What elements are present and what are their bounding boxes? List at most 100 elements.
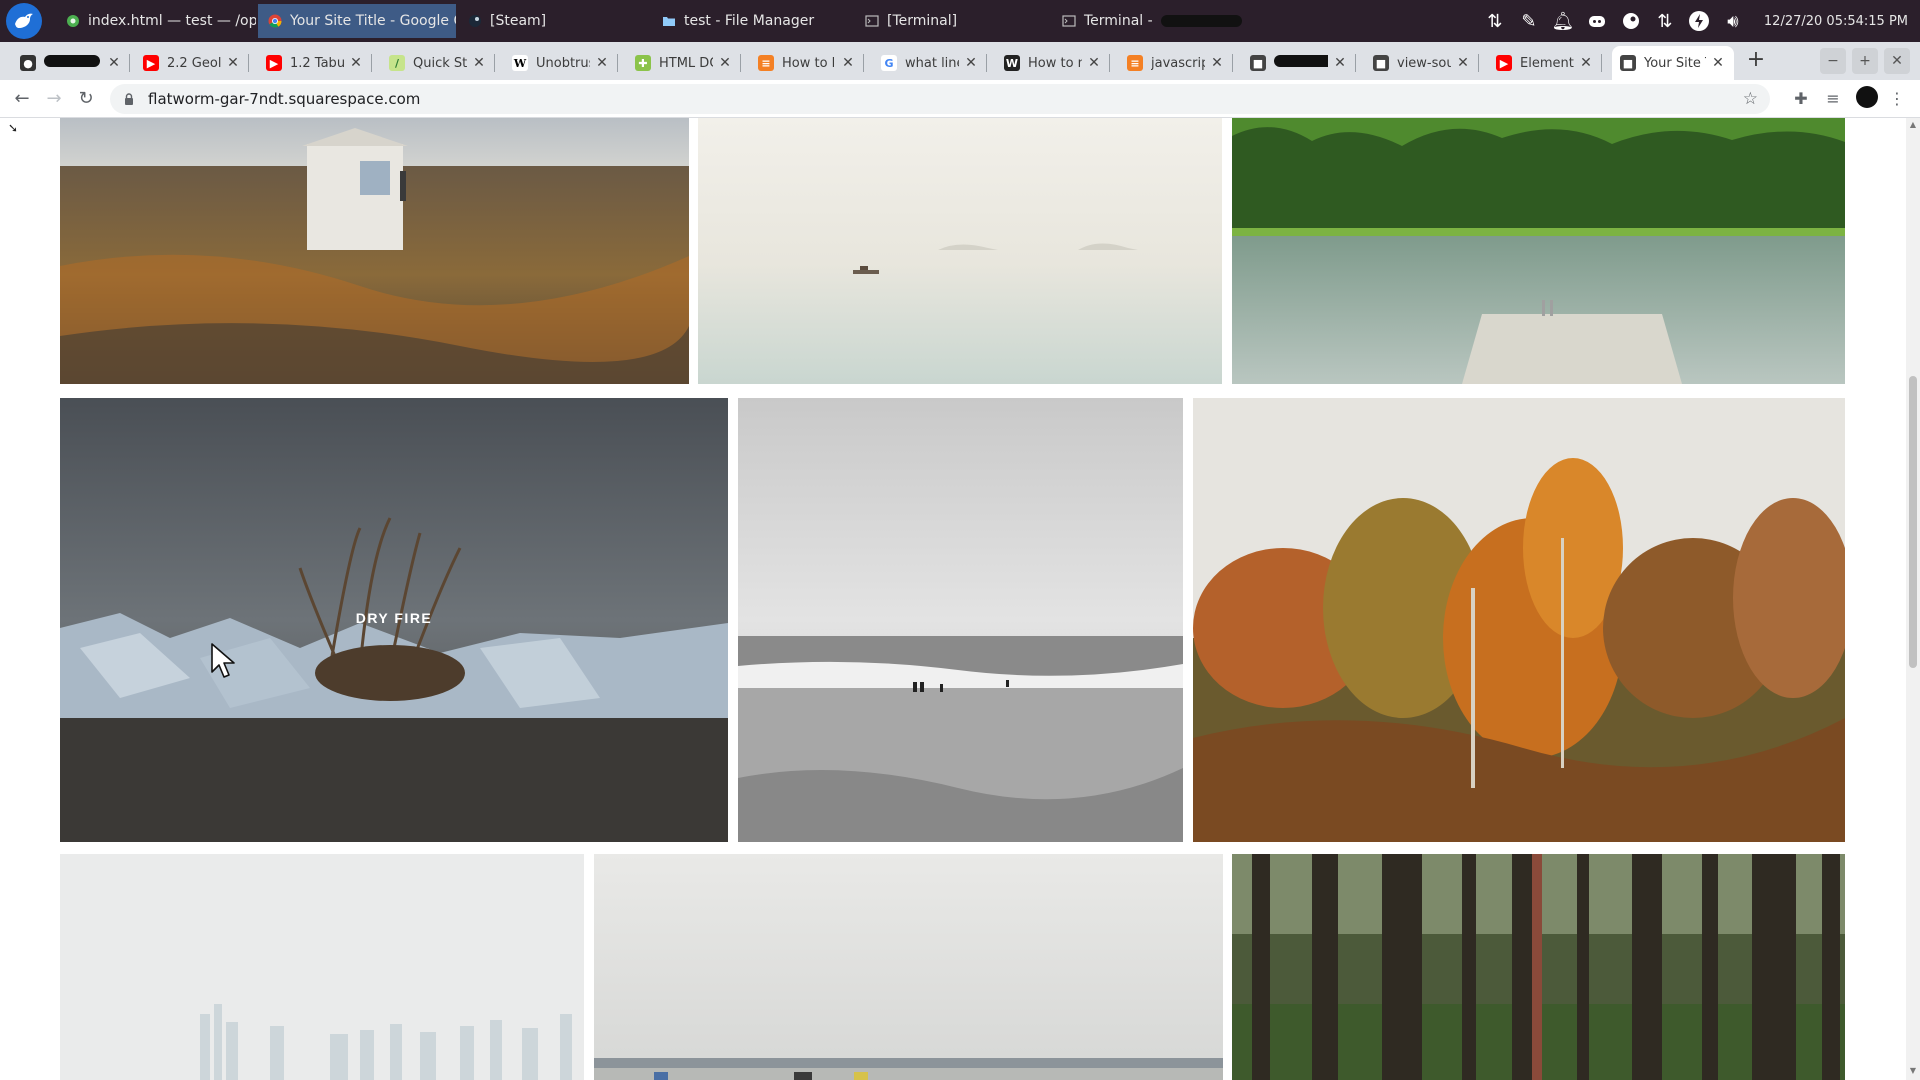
task-atom[interactable]: index.html — test — /opt/la... bbox=[56, 4, 256, 38]
tab-google-search[interactable]: G what line r ✕ bbox=[873, 46, 987, 80]
close-icon[interactable]: ✕ bbox=[1332, 55, 1348, 71]
terminal-icon bbox=[1062, 15, 1076, 27]
gallery-image-autumn-trees[interactable] bbox=[1193, 398, 1845, 842]
back-arrow-icon[interactable]: ← bbox=[10, 87, 34, 111]
mouse-cursor-icon bbox=[211, 643, 235, 678]
atom-icon bbox=[67, 15, 79, 27]
scroll-down-arrow-icon[interactable]: ▼ bbox=[1908, 1066, 1918, 1076]
task-chrome[interactable]: Your Site Title - Google Chro... bbox=[258, 4, 456, 38]
volume-icon[interactable]: 🔊︎ bbox=[1722, 10, 1744, 32]
tab-elementor[interactable]: ▶ Elemento ✕ bbox=[1488, 46, 1602, 80]
tab-youtube-geoloc[interactable]: ▶ 2.2 Geoloc ✕ bbox=[135, 46, 249, 80]
tab-how-to-load[interactable]: ≡ How to loa ✕ bbox=[750, 46, 864, 80]
scroll-up-arrow-icon[interactable]: ▲ bbox=[1908, 120, 1918, 130]
corner-arrow-icon: ➘ bbox=[8, 121, 19, 135]
bell-icon[interactable]: 🔔︎ bbox=[1551, 10, 1574, 32]
task-steam[interactable]: [Steam] bbox=[458, 4, 658, 38]
task-label: [Steam] bbox=[490, 13, 547, 29]
menu-kebab-icon[interactable]: ⋮ bbox=[1886, 88, 1908, 110]
maximize-button[interactable]: + bbox=[1852, 48, 1878, 74]
close-icon[interactable]: ✕ bbox=[348, 55, 364, 71]
close-icon[interactable]: ✕ bbox=[1086, 55, 1102, 71]
close-icon[interactable]: ✕ bbox=[717, 55, 733, 71]
steam-tray-icon[interactable] bbox=[1620, 10, 1642, 32]
close-icon[interactable]: ✕ bbox=[963, 55, 979, 71]
youtube-icon: ▶ bbox=[1496, 55, 1512, 71]
gallery-caption[interactable]: DRY FIRE bbox=[60, 610, 728, 626]
leaf-icon: / bbox=[389, 55, 405, 71]
tab-your-site-title[interactable]: ■ Your Site T ✕ bbox=[1612, 46, 1734, 80]
close-icon[interactable]: ✕ bbox=[1710, 55, 1726, 71]
close-icon[interactable]: ✕ bbox=[106, 55, 122, 71]
gallery-image-dense-forest[interactable] bbox=[1232, 854, 1845, 1080]
task-terminal[interactable]: [Terminal] bbox=[855, 4, 1055, 38]
network-arrows-icon[interactable]: ⇅ bbox=[1484, 10, 1506, 32]
task-label: test - File Manager bbox=[684, 13, 815, 29]
task-terminal-2[interactable]: Terminal - bbox=[1052, 4, 1252, 38]
task-file-manager[interactable]: test - File Manager bbox=[652, 4, 852, 38]
page-viewport: DRY FIRE bbox=[0, 118, 1920, 1080]
window-close-button[interactable]: ✕ bbox=[1884, 48, 1910, 74]
task-label: Your Site Title - Google Chro... bbox=[290, 13, 456, 29]
cube-icon: ■ bbox=[1373, 55, 1389, 71]
close-icon[interactable]: ✕ bbox=[225, 55, 241, 71]
browser-toolbar: ← → ↻ flatworm-gar-7ndt.squarespace.com … bbox=[0, 80, 1920, 118]
cube-icon: ■ bbox=[1250, 55, 1266, 71]
page-scrollbar[interactable]: ▲ ▼ bbox=[1906, 118, 1920, 1080]
gallery-image-foggy-city[interactable] bbox=[60, 854, 584, 1080]
youtube-icon: ▶ bbox=[143, 55, 159, 71]
scrollbar-thumb[interactable] bbox=[1909, 376, 1917, 668]
transfer-icon[interactable]: ⇅ bbox=[1654, 10, 1676, 32]
close-icon[interactable]: ✕ bbox=[1455, 55, 1471, 71]
media-control-icon[interactable]: ≡ bbox=[1822, 88, 1844, 110]
system-tray: ⇅ ✎ 🔔︎ ⇅ 🔊︎ 12/27/20 05:54:15 PM bbox=[1484, 0, 1920, 42]
puzzle-icon: ✚ bbox=[635, 55, 651, 71]
task-label: Terminal - bbox=[1084, 13, 1153, 29]
tab-wikipedia[interactable]: W Unobtrusi ✕ bbox=[504, 46, 618, 80]
minimize-button[interactable]: − bbox=[1820, 48, 1846, 74]
gallery-image-winter-beach[interactable] bbox=[738, 398, 1183, 842]
close-icon[interactable]: ✕ bbox=[840, 55, 856, 71]
stackoverflow-icon: ≡ bbox=[1127, 55, 1143, 71]
bird-logo-icon bbox=[15, 13, 33, 28]
discord-icon[interactable] bbox=[1586, 10, 1608, 32]
bookmark-star-icon[interactable]: ☆ bbox=[1743, 89, 1758, 109]
gallery-image-sea-with-boat[interactable] bbox=[698, 118, 1222, 384]
clock[interactable]: 12/27/20 05:54:15 PM bbox=[1764, 14, 1908, 29]
tab-youtube-tabula[interactable]: ▶ 1.2 Tabula ✕ bbox=[258, 46, 372, 80]
tab-html-dom[interactable]: ✚ HTML DOI ✕ bbox=[627, 46, 741, 80]
lock-icon bbox=[125, 93, 133, 105]
wikipedia-icon: W bbox=[512, 55, 528, 71]
gallery-image-cloudy-shore[interactable] bbox=[594, 854, 1223, 1080]
new-tab-button[interactable]: + bbox=[1742, 46, 1770, 74]
tab-javascript[interactable]: ≡ javascript ✕ bbox=[1119, 46, 1233, 80]
redacted-text bbox=[1274, 55, 1328, 67]
close-icon[interactable]: ✕ bbox=[1578, 55, 1594, 71]
google-icon: G bbox=[881, 55, 897, 71]
address-bar[interactable]: flatworm-gar-7ndt.squarespace.com ☆ bbox=[110, 84, 1770, 114]
close-icon[interactable]: ✕ bbox=[471, 55, 487, 71]
browser-tab-strip: ● ✕ ▶ 2.2 Geoloc ✕ ▶ 1.2 Tabula ✕ / Quic… bbox=[0, 42, 1920, 80]
gallery-image-hut-on-tundra[interactable] bbox=[60, 118, 689, 384]
power-icon[interactable] bbox=[1688, 10, 1710, 32]
tab-github[interactable]: ● ✕ bbox=[12, 46, 130, 80]
close-icon[interactable]: ✕ bbox=[594, 55, 610, 71]
close-icon[interactable]: ✕ bbox=[1209, 55, 1225, 71]
reload-icon[interactable]: ↻ bbox=[74, 87, 98, 111]
edit-icon[interactable]: ✎ bbox=[1518, 10, 1540, 32]
profile-avatar[interactable] bbox=[1856, 86, 1878, 108]
tab-redacted[interactable]: ■ ✕ bbox=[1242, 46, 1356, 80]
url-text[interactable]: flatworm-gar-7ndt.squarespace.com bbox=[148, 90, 420, 108]
cube-icon: ■ bbox=[1620, 55, 1636, 71]
os-menu-button[interactable] bbox=[6, 3, 42, 39]
forward-arrow-icon[interactable]: → bbox=[42, 87, 66, 111]
gallery-image-lake-forest-pier[interactable] bbox=[1232, 118, 1845, 384]
extensions-puzzle-icon[interactable]: ✚ bbox=[1790, 88, 1812, 110]
tab-view-source[interactable]: ■ view-sour ✕ bbox=[1365, 46, 1479, 80]
tab-how-to-make[interactable]: W How to ma ✕ bbox=[996, 46, 1110, 80]
task-label: [Terminal] bbox=[887, 13, 958, 29]
os-taskbar: index.html — test — /opt/la... Your Site… bbox=[0, 0, 1920, 42]
tab-quick-start[interactable]: / Quick Star ✕ bbox=[381, 46, 495, 80]
w-icon: W bbox=[1004, 55, 1020, 71]
gallery-image-ice-and-grass[interactable]: DRY FIRE bbox=[60, 398, 728, 842]
